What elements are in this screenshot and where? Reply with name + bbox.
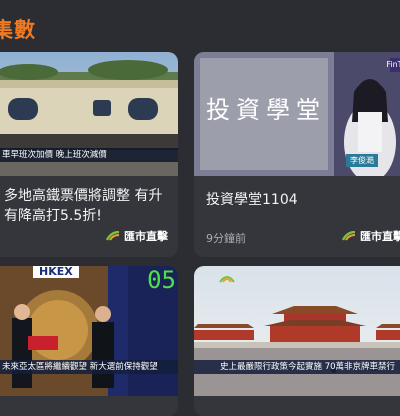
video-caption: 車早班次加價 晚上班次減價 bbox=[0, 148, 178, 162]
episode-thumbnail[interactable]: 史上最嚴限行政策今起實施 70萬非京牌車禁行 bbox=[194, 266, 400, 396]
video-caption: 未來亞太區將繼續觀望 新大選前保持觀望 bbox=[0, 360, 178, 374]
brand-label: 匯市直擊 bbox=[342, 228, 400, 244]
episode-title[interactable]: 投資學堂1104 bbox=[206, 190, 400, 210]
episode-title[interactable]: 多地高鐵票價將調整 有升有降高打5.5折! bbox=[4, 186, 170, 226]
episode-thumbnail[interactable]: 投資學堂 FinTV 李俊澔 bbox=[194, 52, 400, 176]
brand-label: 匯市直擊 bbox=[106, 228, 168, 244]
brand-logo-icon bbox=[342, 231, 356, 241]
clock-display: 05 bbox=[147, 266, 176, 294]
wifi-signal-icon bbox=[219, 276, 235, 283]
video-caption: 史上最嚴限行政策今起實施 70萬非京牌車禁行 bbox=[194, 360, 400, 374]
brand-logo-icon bbox=[106, 231, 120, 241]
channel-logo: FinTV bbox=[386, 60, 400, 69]
episode-card[interactable]: HKEX 05 未來亞太區將繼續觀望 新大選前保持觀望 bbox=[0, 266, 178, 416]
hkex-sign: HKEX bbox=[33, 266, 79, 278]
episode-card[interactable]: 車早班次加價 晚上班次減價 多地高鐵票價將調整 有升有降高打5.5折! 匯市直擊 bbox=[0, 52, 178, 257]
published-time: 9分鐘前 bbox=[206, 232, 246, 245]
episode-card[interactable]: 投資學堂 FinTV 李俊澔 投資學堂1104 9分鐘前 匯市直擊 bbox=[194, 52, 400, 257]
episode-overlay-title: 投資學堂 bbox=[206, 96, 326, 124]
episode-thumbnail[interactable]: 車早班次加價 晚上班次減價 bbox=[0, 52, 178, 176]
presenter-name-tag: 李俊澔 bbox=[346, 154, 378, 167]
section-title: 集數 bbox=[0, 18, 36, 42]
episode-thumbnail[interactable]: HKEX 05 未來亞太區將繼續觀望 新大選前保持觀望 bbox=[0, 266, 178, 396]
episode-card[interactable]: 史上最嚴限行政策今起實施 70萬非京牌車禁行 bbox=[194, 266, 400, 416]
